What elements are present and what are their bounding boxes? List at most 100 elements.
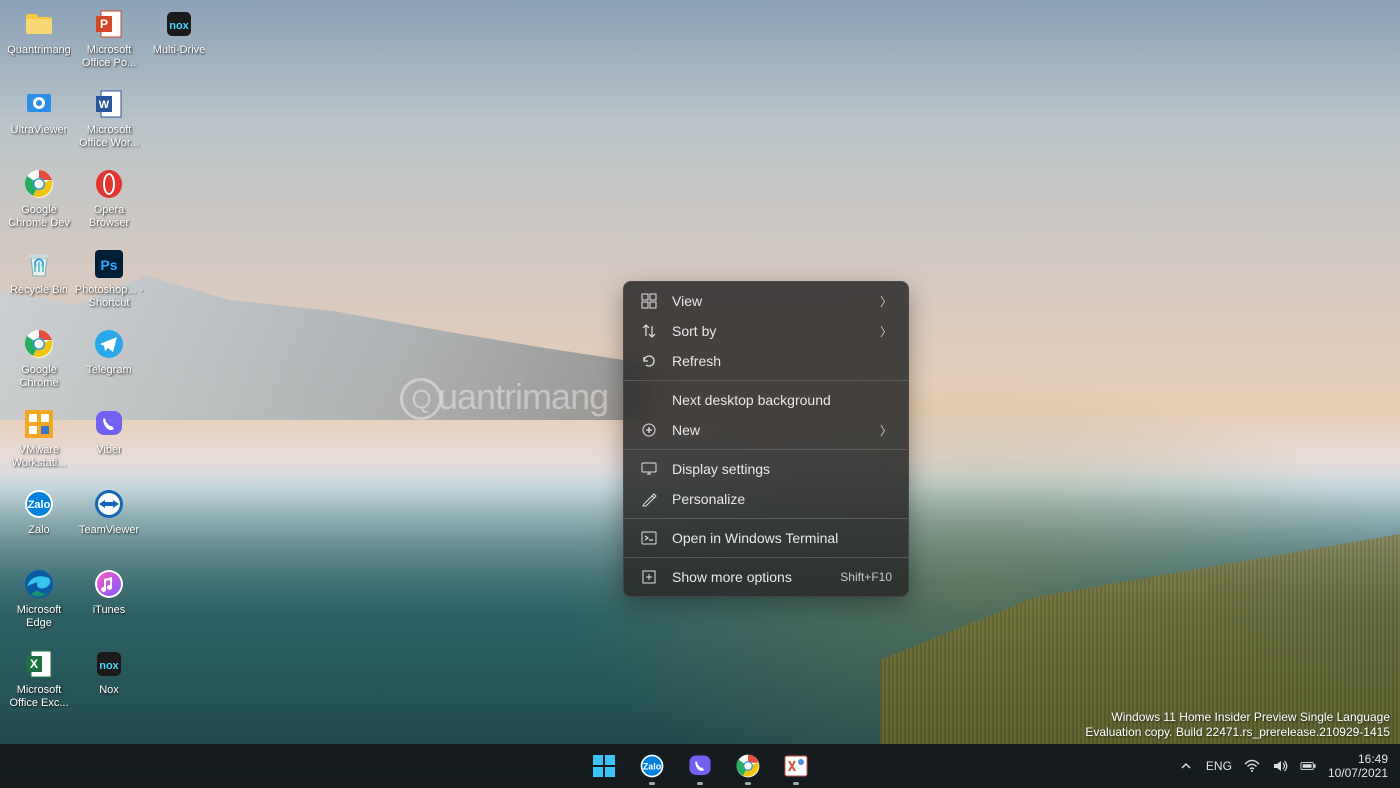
desktop-icon-label: Quantrimang: [7, 44, 71, 57]
menu-item-refresh[interactable]: Refresh: [624, 346, 908, 376]
photoshop-icon: Ps: [91, 246, 127, 282]
excel-icon: X: [21, 646, 57, 682]
desktop-icon-zalo[interactable]: Zalo Zalo: [4, 484, 74, 564]
menu-separator: [624, 557, 908, 558]
taskbar-chrome[interactable]: [728, 746, 768, 786]
desktop-icon-chrome[interactable]: Google Chrome: [4, 324, 74, 404]
taskbar-zalo[interactable]: Zalo: [632, 746, 672, 786]
desktop-icon-edge[interactable]: Microsoft Edge: [4, 564, 74, 644]
desktop-icon-opera[interactable]: Opera Browser: [74, 164, 144, 244]
menu-separator: [624, 449, 908, 450]
desktop-icons: Quantrimang UltraViewer Google Chrome De…: [4, 4, 214, 724]
desktop-icon-label: Recycle Bin: [10, 284, 68, 297]
terminal-icon: [640, 529, 658, 547]
start-icon: [591, 753, 617, 779]
taskbar: Zalo ENG 16:49 10/07/2021: [0, 744, 1400, 788]
desktop-icon-label: Google Chrome: [4, 364, 74, 390]
menu-item-personalize[interactable]: Personalize: [624, 484, 908, 514]
opera-icon: [91, 166, 127, 202]
menu-label: Sort by: [672, 323, 880, 339]
chrome-dev-icon: [21, 166, 57, 202]
menu-item-next-desktop-background[interactable]: Next desktop background: [624, 385, 908, 415]
desktop-icon-chrome-dev[interactable]: Google Chrome Dev: [4, 164, 74, 244]
desktop-icon-ultraviewer[interactable]: UltraViewer: [4, 84, 74, 164]
desktop-icon-itunes[interactable]: iTunes: [74, 564, 144, 644]
wifi-icon[interactable]: [1244, 758, 1260, 774]
desktop-icon-word[interactable]: W Microsoft Office Wor...: [74, 84, 144, 164]
desktop-icon-folder[interactable]: Quantrimang: [4, 4, 74, 84]
viber-icon: [687, 753, 713, 779]
view-icon: [640, 292, 658, 310]
svg-text:Zalo: Zalo: [643, 761, 662, 771]
menu-item-view[interactable]: View〉: [624, 286, 908, 316]
desktop-icon-photoshop[interactable]: Ps Photoshop... - Shortcut: [74, 244, 144, 324]
volume-icon[interactable]: [1272, 758, 1288, 774]
desktop-icon-label: Microsoft Office Exc...: [4, 684, 74, 710]
svg-text:Zalo: Zalo: [28, 499, 51, 511]
folder-icon: [21, 6, 57, 42]
menu-label: Show more options: [672, 569, 840, 585]
new-icon: [640, 421, 658, 439]
desktop-icon-label: UltraViewer: [11, 124, 68, 137]
chevron-up-icon[interactable]: [1178, 758, 1194, 774]
desktop-icon-label: Microsoft Office Po...: [74, 44, 144, 70]
desktop-icon-label: Google Chrome Dev: [4, 204, 74, 230]
desktop-icon-viber[interactable]: Viber: [74, 404, 144, 484]
svg-text:P: P: [100, 17, 108, 31]
menu-item-new[interactable]: New〉: [624, 415, 908, 445]
chevron-right-icon: 〉: [880, 293, 892, 310]
desktop-icon-telegram[interactable]: Telegram: [74, 324, 144, 404]
menu-item-sort-by[interactable]: Sort by〉: [624, 316, 908, 346]
taskbar-center: Zalo: [584, 746, 816, 786]
taskbar-start[interactable]: [584, 746, 624, 786]
desktop-icon-label: Zalo: [28, 524, 49, 537]
chrome-icon: [735, 753, 761, 779]
sort-icon: [640, 322, 658, 340]
desktop-icon-label: Telegram: [86, 364, 131, 377]
taskbar-viber[interactable]: [680, 746, 720, 786]
desktop-icon-vmware[interactable]: VMware Workstati...: [4, 404, 74, 484]
menu-label: View: [672, 293, 880, 309]
menu-label: Personalize: [672, 491, 892, 507]
menu-separator: [624, 518, 908, 519]
language-indicator[interactable]: ENG: [1206, 759, 1232, 773]
desktop-icon-multi-drive[interactable]: nox Multi-Drive: [144, 4, 214, 84]
menu-item-display-settings[interactable]: Display settings: [624, 454, 908, 484]
zalo-icon: Zalo: [21, 486, 57, 522]
svg-text:nox: nox: [169, 20, 189, 32]
context-menu[interactable]: View〉Sort by〉RefreshNext desktop backgro…: [623, 281, 909, 597]
desktop-icon-label: Viber: [96, 444, 121, 457]
watermark: Quantrimang: [400, 376, 608, 420]
menu-label: New: [672, 422, 880, 438]
menu-label: Next desktop background: [672, 392, 892, 408]
desktop-icon-recycle-bin[interactable]: Recycle Bin: [4, 244, 74, 324]
menu-label: Display settings: [672, 461, 892, 477]
chevron-right-icon: 〉: [880, 323, 892, 340]
desktop-icon-teamviewer[interactable]: TeamViewer: [74, 484, 144, 564]
refresh-icon: [640, 352, 658, 370]
menu-item-show-more-options[interactable]: Show more optionsShift+F10: [624, 562, 908, 592]
nox-icon: nox: [91, 646, 127, 682]
desktop-icon-powerpoint[interactable]: P Microsoft Office Po...: [74, 4, 144, 84]
chrome-icon: [21, 326, 57, 362]
display-icon: [640, 460, 658, 478]
zalo-icon: Zalo: [639, 753, 665, 779]
system-tray: ENG 16:49 10/07/2021: [1178, 752, 1400, 780]
svg-text:nox: nox: [99, 660, 119, 672]
powerpoint-icon: P: [91, 6, 127, 42]
battery-icon[interactable]: [1300, 758, 1316, 774]
itunes-icon: [91, 566, 127, 602]
desktop-icon-label: TeamViewer: [79, 524, 139, 537]
clock[interactable]: 16:49 10/07/2021: [1328, 752, 1388, 780]
desktop-icon-excel[interactable]: X Microsoft Office Exc...: [4, 644, 74, 724]
taskbar-snip[interactable]: [776, 746, 816, 786]
telegram-icon: [91, 326, 127, 362]
teamviewer-icon: [91, 486, 127, 522]
menu-item-open-in-windows-terminal[interactable]: Open in Windows Terminal: [624, 523, 908, 553]
desktop-icon-nox[interactable]: nox Nox: [74, 644, 144, 724]
desktop-icon-label: Opera Browser: [74, 204, 144, 230]
desktop-icon-label: Microsoft Office Wor...: [74, 124, 144, 150]
menu-label: Refresh: [672, 353, 892, 369]
viber-icon: [91, 406, 127, 442]
personalize-icon: [640, 490, 658, 508]
